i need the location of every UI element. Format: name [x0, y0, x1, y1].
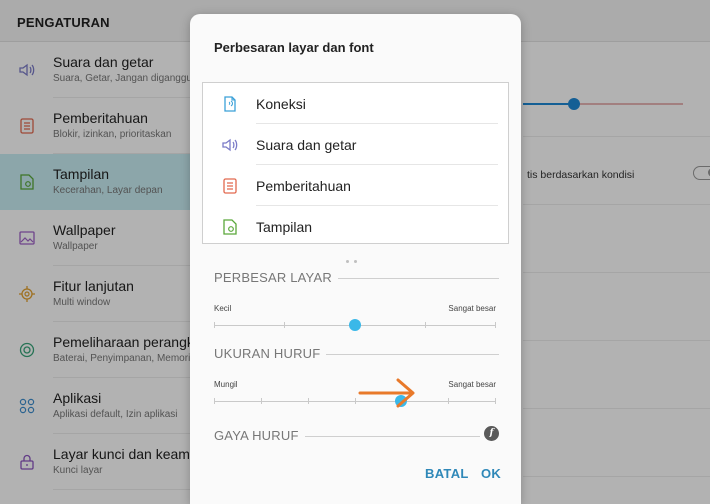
slider-tick: [214, 322, 215, 328]
page-dot: [346, 260, 349, 263]
volume-icon: [222, 138, 238, 152]
font-size-min-label: Mungil: [214, 380, 238, 389]
section-title: UKURAN HURUF: [214, 346, 327, 361]
notification-icon: [223, 178, 237, 194]
slider-tick: [261, 398, 262, 404]
preview-item-label: Tampilan: [256, 219, 313, 235]
font-style-section-header[interactable]: GAYA HURUF: [214, 428, 480, 444]
slider-tick: [495, 322, 496, 328]
screen-zoom-font-dialog: Perbesaran layar dan font Koneksi Suara …: [190, 14, 521, 504]
screen-zoom-slider[interactable]: [214, 319, 496, 331]
slider-tick: [214, 398, 215, 404]
slider-thumb[interactable]: [349, 319, 361, 331]
font-size-section-header: UKURAN HURUF: [214, 346, 499, 362]
preview-item-notifications: Pemberitahuan: [203, 165, 508, 206]
slider-tick: [495, 398, 496, 404]
preview-item-display: Tampilan: [203, 206, 508, 243]
slider-tick: [284, 322, 285, 328]
page-dot: [354, 260, 357, 263]
preview-item-sound: Suara dan getar: [203, 124, 508, 165]
orange-arrow-icon: [358, 378, 415, 408]
font-size-max-label: Sangat besar: [448, 380, 496, 389]
preview-item-connections: Koneksi: [203, 83, 508, 124]
ok-button[interactable]: OK: [481, 466, 501, 481]
display-icon: [223, 219, 237, 235]
slider-tick: [448, 398, 449, 404]
section-title: GAYA HURUF: [214, 428, 305, 443]
cancel-button[interactable]: BATAL: [425, 466, 469, 481]
preview-item-label: Suara dan getar: [256, 137, 357, 153]
font-info-icon[interactable]: f: [484, 426, 499, 441]
screen-zoom-section-header: PERBESAR LAYAR: [214, 270, 499, 286]
slider-tick: [355, 398, 356, 404]
connections-icon: [224, 96, 236, 112]
section-title: PERBESAR LAYAR: [214, 270, 338, 285]
preview-pane[interactable]: Koneksi Suara dan getar Pemberitahuan Ta…: [202, 82, 509, 244]
screen-zoom-max-label: Sangat besar: [448, 304, 496, 313]
font-size-slider[interactable]: [214, 395, 496, 407]
preview-item-label: Koneksi: [256, 96, 306, 112]
slider-tick: [308, 398, 309, 404]
page-indicator: [346, 250, 362, 268]
preview-item-label: Pemberitahuan: [256, 178, 351, 194]
screen-zoom-min-label: Kecil: [214, 304, 232, 313]
dialog-title: Perbesaran layar dan font: [214, 40, 374, 55]
slider-tick: [425, 322, 426, 328]
